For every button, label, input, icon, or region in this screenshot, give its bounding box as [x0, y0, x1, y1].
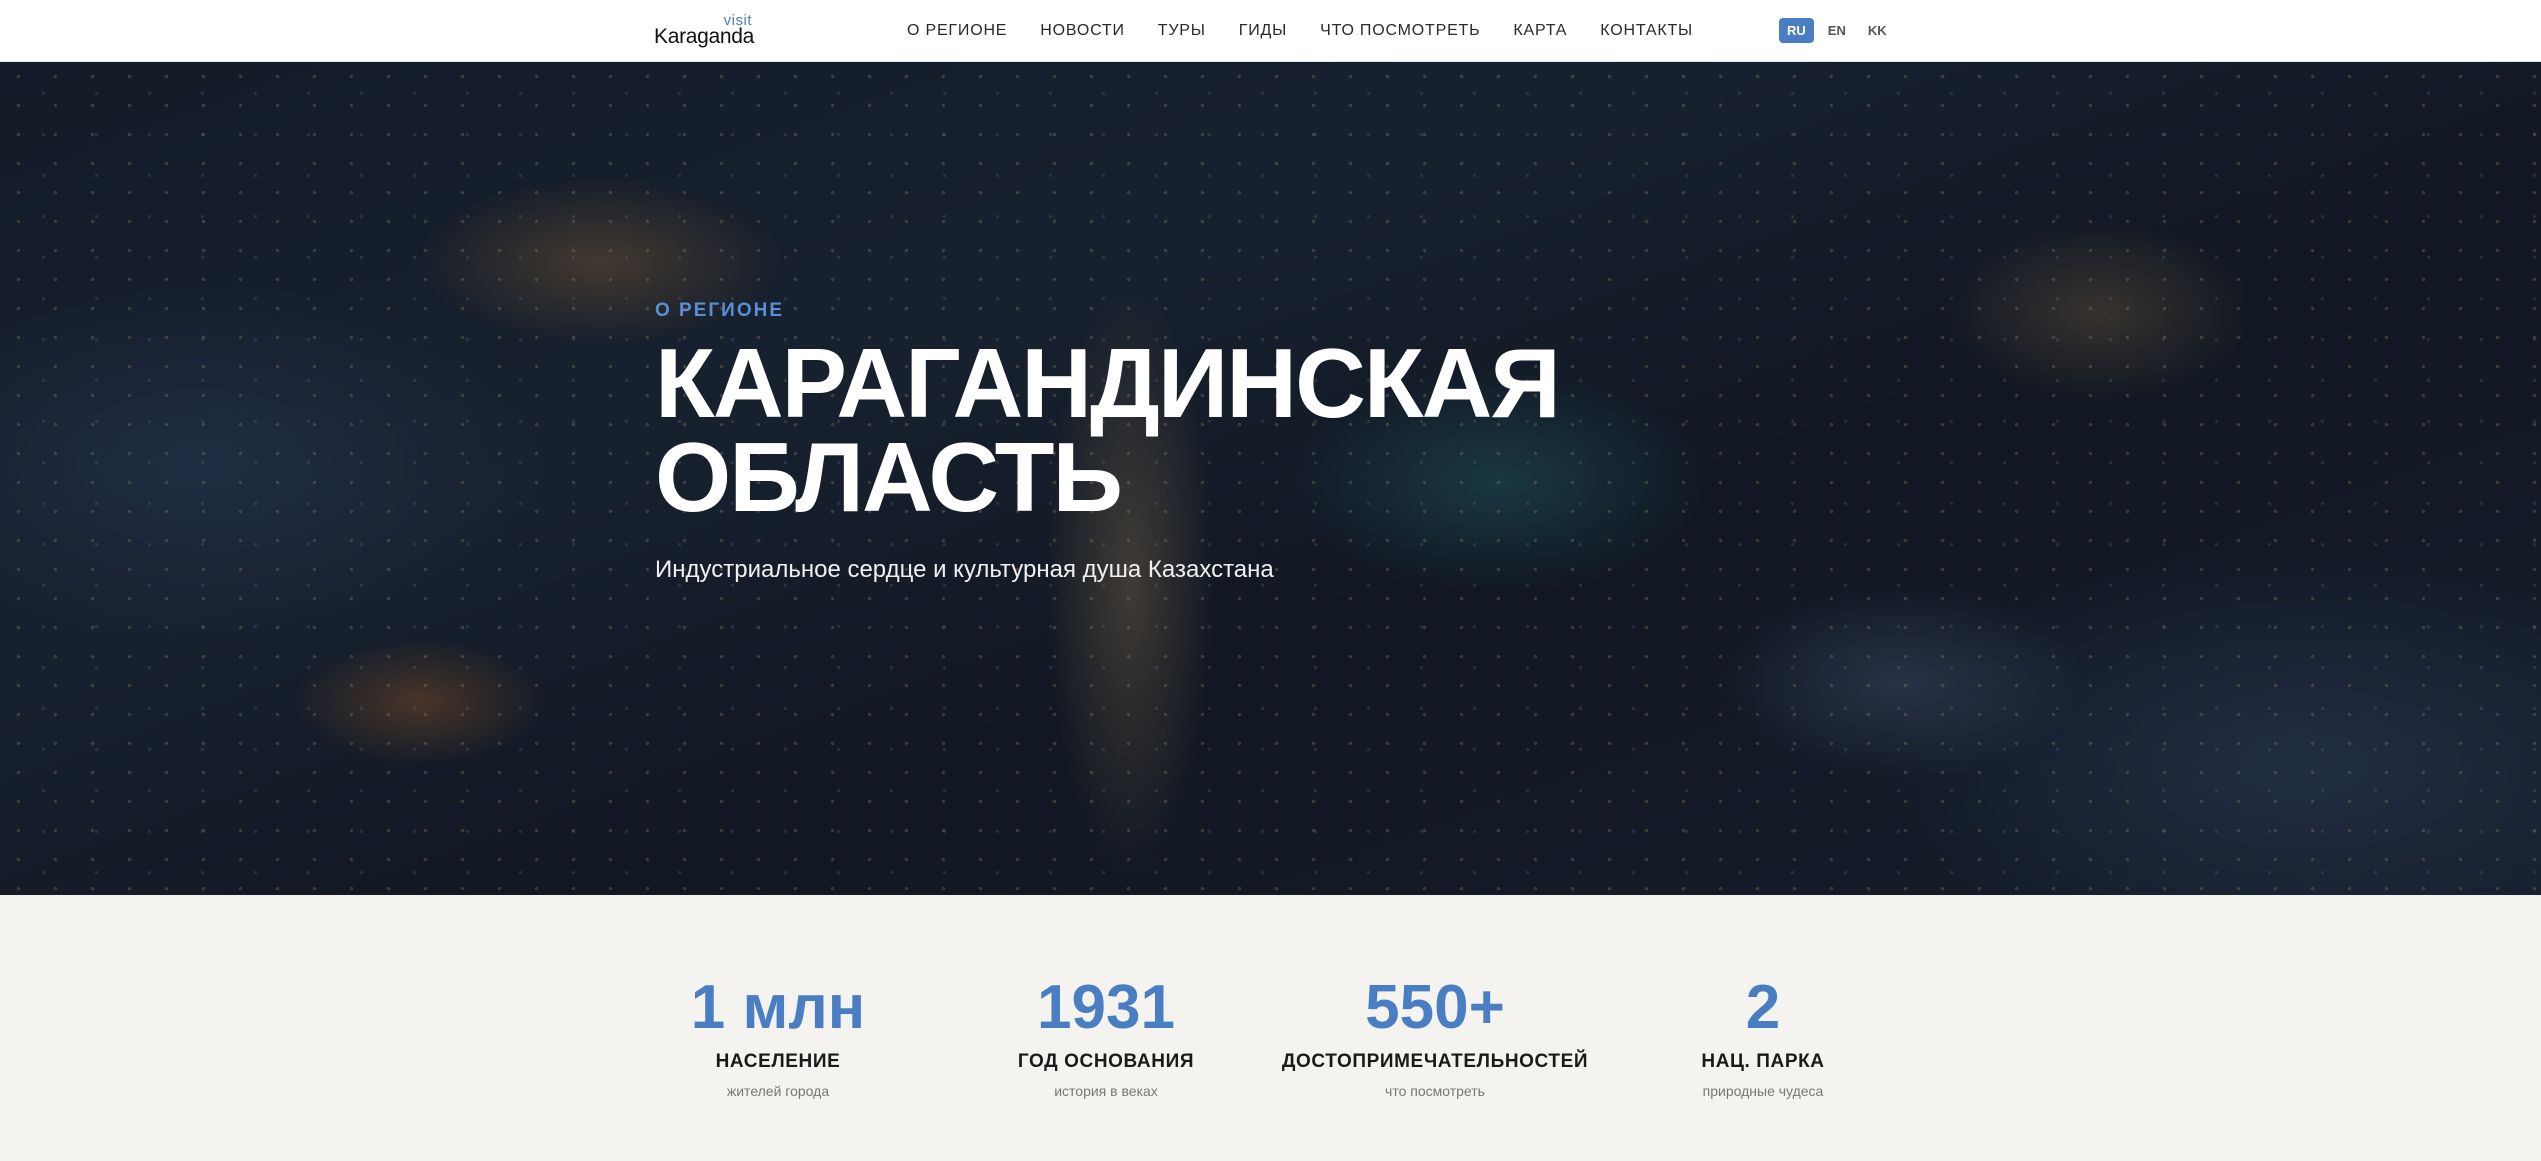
stat-population: 1 млн НАСЕЛЕНИЕ жителей города	[608, 973, 948, 1100]
stat-national-parks: 2 НАЦ. ПАРКА природные чудеса	[1593, 973, 1933, 1100]
stat-note: что посмотреть	[1385, 1083, 1485, 1099]
lang-button-kk[interactable]: KK	[1860, 18, 1895, 43]
stat-value: 1 млн	[690, 973, 866, 1042]
nav-item-news[interactable]: НОВОСТИ	[1040, 22, 1124, 40]
stat-label: ДОСТОПРИМЕЧАТЕЛЬНОСТЕЙ	[1281, 1051, 1589, 1072]
nav-item-guides[interactable]: ГИДЫ	[1239, 22, 1287, 40]
nav-item-about-region[interactable]: О РЕГИОНЕ	[907, 22, 1007, 40]
stat-attractions: 550+ ДОСТОПРИМЕЧАТЕЛЬНОСТЕЙ что посмотре…	[1265, 973, 1605, 1100]
nav-item-what-to-see[interactable]: ЧТО ПОСМОТРЕТЬ	[1320, 22, 1480, 40]
nav-item-map[interactable]: КАРТА	[1513, 22, 1567, 40]
nav-item-tours[interactable]: ТУРЫ	[1158, 22, 1206, 40]
stat-label: НАСЕЛЕНИЕ	[715, 1051, 841, 1072]
hero-content: О РЕГИОНЕ КАРАГАНДИНСКАЯ ОБЛАСТЬ Индустр…	[655, 300, 1955, 584]
stat-note: жителей города	[726, 1083, 830, 1099]
stat-label: НАЦ. ПАРКА	[1701, 1051, 1825, 1072]
stat-value: 2	[1745, 973, 1781, 1042]
hero-title-line-2: ОБЛАСТЬ	[655, 422, 1123, 532]
logo-name-text: Karaganda	[654, 25, 755, 48]
site-logo[interactable]: visit Karaganda	[654, 11, 754, 51]
site-header: visit Karaganda О РЕГИОНЕ НОВОСТИ ТУРЫ Г…	[0, 0, 2541, 62]
stat-note: природные чудеса	[1702, 1083, 1824, 1099]
stat-label: ГОД ОСНОВАНИЯ	[1017, 1051, 1195, 1072]
lang-button-ru[interactable]: RU	[1779, 18, 1814, 43]
stat-value: 550+	[1365, 973, 1505, 1042]
hero-subtitle: Индустриальное сердце и культурная душа …	[655, 556, 1274, 583]
hero-section: О РЕГИОНЕ КАРАГАНДИНСКАЯ ОБЛАСТЬ Индустр…	[0, 62, 2541, 895]
nav-item-contacts[interactable]: КОНТАКТЫ	[1600, 22, 1693, 40]
stat-note: история в веках	[1054, 1083, 1158, 1099]
hero-eyebrow: О РЕГИОНЕ	[655, 300, 785, 321]
stat-value: 1931	[1037, 973, 1175, 1042]
language-switcher: RU EN KK	[1779, 18, 1901, 43]
lang-button-en[interactable]: EN	[1820, 18, 1854, 43]
stat-founding-year: 1931 ГОД ОСНОВАНИЯ история в веках	[936, 973, 1276, 1100]
stats-section: 1 млн НАСЕЛЕНИЕ жителей города 1931 ГОД …	[0, 895, 2541, 1161]
hero-title: КАРАГАНДИНСКАЯ ОБЛАСТЬ	[655, 334, 1955, 526]
main-nav: О РЕГИОНЕ НОВОСТИ ТУРЫ ГИДЫ ЧТО ПОСМОТРЕ…	[907, 0, 1693, 62]
